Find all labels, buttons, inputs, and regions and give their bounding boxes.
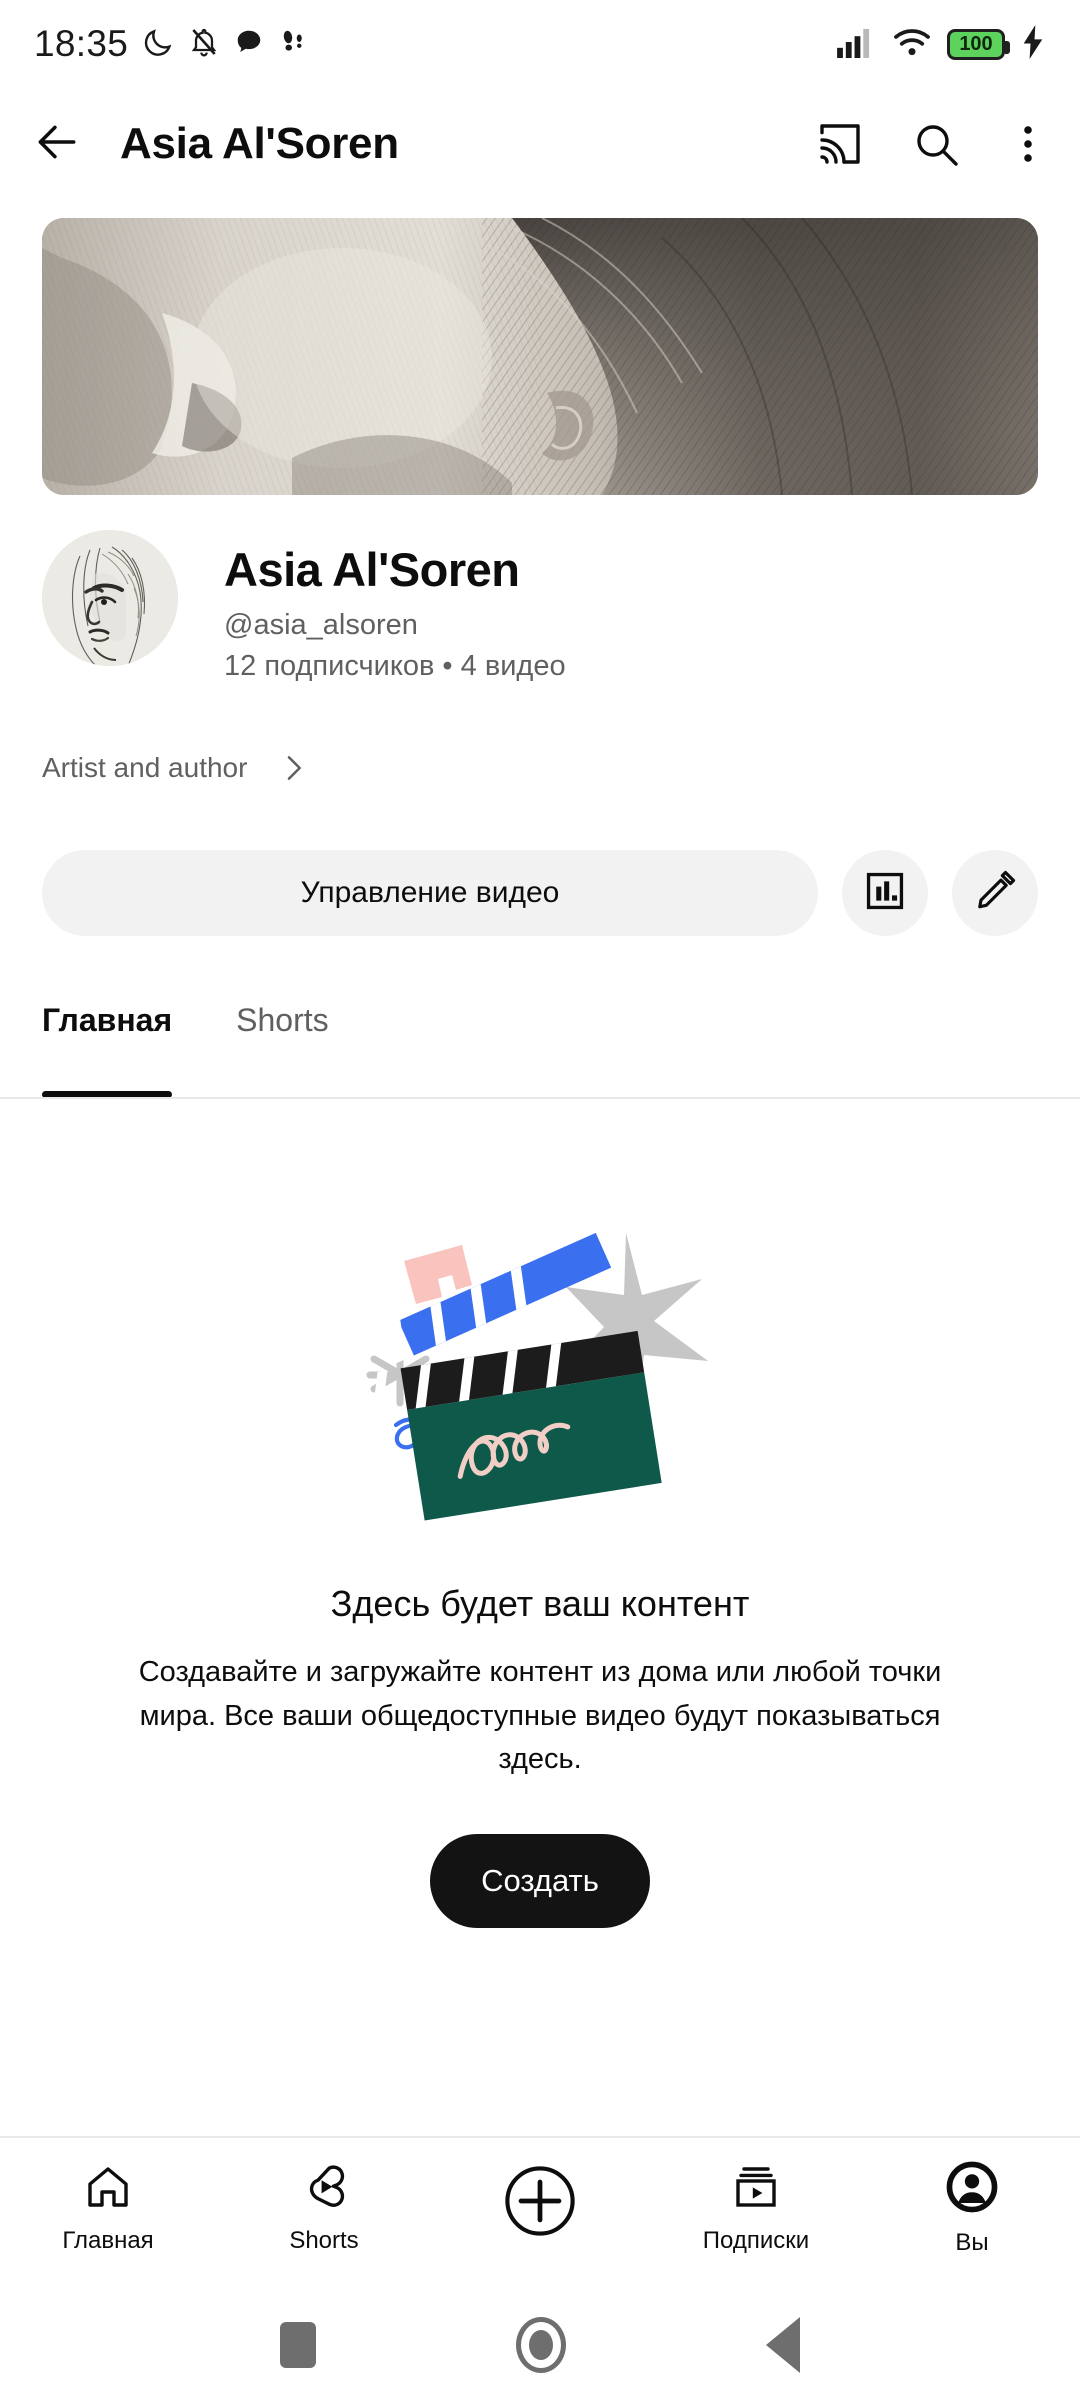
tab-home[interactable]: Главная xyxy=(42,986,173,1098)
nav-item-you[interactable]: Вы xyxy=(864,2161,1080,2257)
home-icon xyxy=(84,2163,132,2216)
nav-item-shorts[interactable]: Shorts xyxy=(216,2163,432,2255)
tab-shorts[interactable]: Shorts xyxy=(236,986,328,1098)
create-button[interactable]: Создать xyxy=(430,1833,650,1928)
nav-item-subscriptions-label: Подписки xyxy=(702,2227,810,2254)
more-vertical-icon[interactable] xyxy=(1008,120,1048,168)
nav-item-subscriptions[interactable]: Подписки xyxy=(648,2163,864,2255)
phone-screen: 18:35 100 Asia Al'Soren Asia Al'Soren @a… xyxy=(0,0,1080,2400)
channel-banner[interactable] xyxy=(42,218,1038,495)
pencil-edit-icon xyxy=(974,870,1016,917)
analytics-bar-chart-icon xyxy=(864,870,906,917)
chat-bubble-icon xyxy=(234,27,264,62)
tab-home-label: Главная xyxy=(42,1002,173,1038)
shorts-icon xyxy=(300,2163,348,2216)
channel-header: Asia Al'Soren @asia_alsoren 12 подписчик… xyxy=(42,530,1038,683)
battery-icon: 100 xyxy=(947,28,1010,60)
empty-state-title: Здесь будет ваш контент xyxy=(330,1583,750,1624)
channel-description: Artist and author xyxy=(42,752,248,783)
back-arrow-icon[interactable] xyxy=(32,117,82,172)
status-time: 18:35 xyxy=(34,23,129,64)
create-plus-icon xyxy=(502,2163,578,2244)
bell-muted-icon xyxy=(188,26,220,63)
subscriptions-icon xyxy=(732,2163,780,2216)
search-icon[interactable] xyxy=(912,120,960,168)
nav-item-home[interactable]: Главная xyxy=(0,2163,216,2255)
manage-videos-button[interactable]: Управление видео xyxy=(42,850,818,936)
moon-dnd-icon xyxy=(142,26,174,63)
status-bar: 18:35 100 xyxy=(0,0,1080,88)
channel-description-row[interactable]: Artist and author xyxy=(42,752,309,784)
channel-stats: 12 подписчиков • 4 видео xyxy=(224,649,566,682)
system-navigation-bar xyxy=(0,2290,1080,2400)
avatar[interactable] xyxy=(42,530,178,666)
cast-icon[interactable] xyxy=(816,120,864,168)
channel-tabs: Главная Shorts xyxy=(0,986,1080,1098)
status-bar-right: 100 xyxy=(835,24,1046,64)
account-avatar-icon xyxy=(946,2161,998,2218)
signal-bars-icon xyxy=(835,26,877,63)
wifi-icon xyxy=(892,26,932,63)
nav-item-create[interactable] xyxy=(432,2163,648,2255)
nav-item-you-label: Вы xyxy=(955,2229,989,2256)
nav-item-shorts-label: Shorts xyxy=(289,2227,359,2254)
analytics-button[interactable] xyxy=(842,850,928,936)
status-bar-left: 18:35 xyxy=(34,23,308,65)
tab-shorts-label: Shorts xyxy=(236,1002,329,1038)
channel-name: Asia Al'Soren xyxy=(224,543,520,596)
charging-bolt-icon xyxy=(1020,24,1046,64)
nav-item-home-label: Главная xyxy=(62,2227,154,2254)
recents-square-icon[interactable] xyxy=(280,2322,316,2368)
channel-handle: @asia_alsoren xyxy=(224,608,418,641)
tabs-divider xyxy=(0,1097,1080,1099)
back-triangle-icon[interactable] xyxy=(766,2317,800,2373)
empty-state: Здесь будет ваш контент Создавайте и заг… xyxy=(0,1175,1080,1928)
empty-state-subtitle: Создавайте и загружайте контент из дома … xyxy=(138,1656,942,1775)
footsteps-icon xyxy=(278,26,308,63)
home-circle-icon[interactable] xyxy=(516,2317,566,2373)
channel-meta: Asia Al'Soren @asia_alsoren 12 подписчик… xyxy=(224,530,566,683)
app-bar: Asia Al'Soren xyxy=(0,88,1080,200)
page-title: Asia Al'Soren xyxy=(120,119,399,168)
bottom-nav: Главная Shorts Подписки Вы xyxy=(0,2138,1080,2280)
clapperboard-illustration xyxy=(330,1175,750,1545)
chevron-right-icon xyxy=(277,752,309,784)
channel-actions: Управление видео xyxy=(42,850,1038,936)
edit-channel-button[interactable] xyxy=(952,850,1038,936)
